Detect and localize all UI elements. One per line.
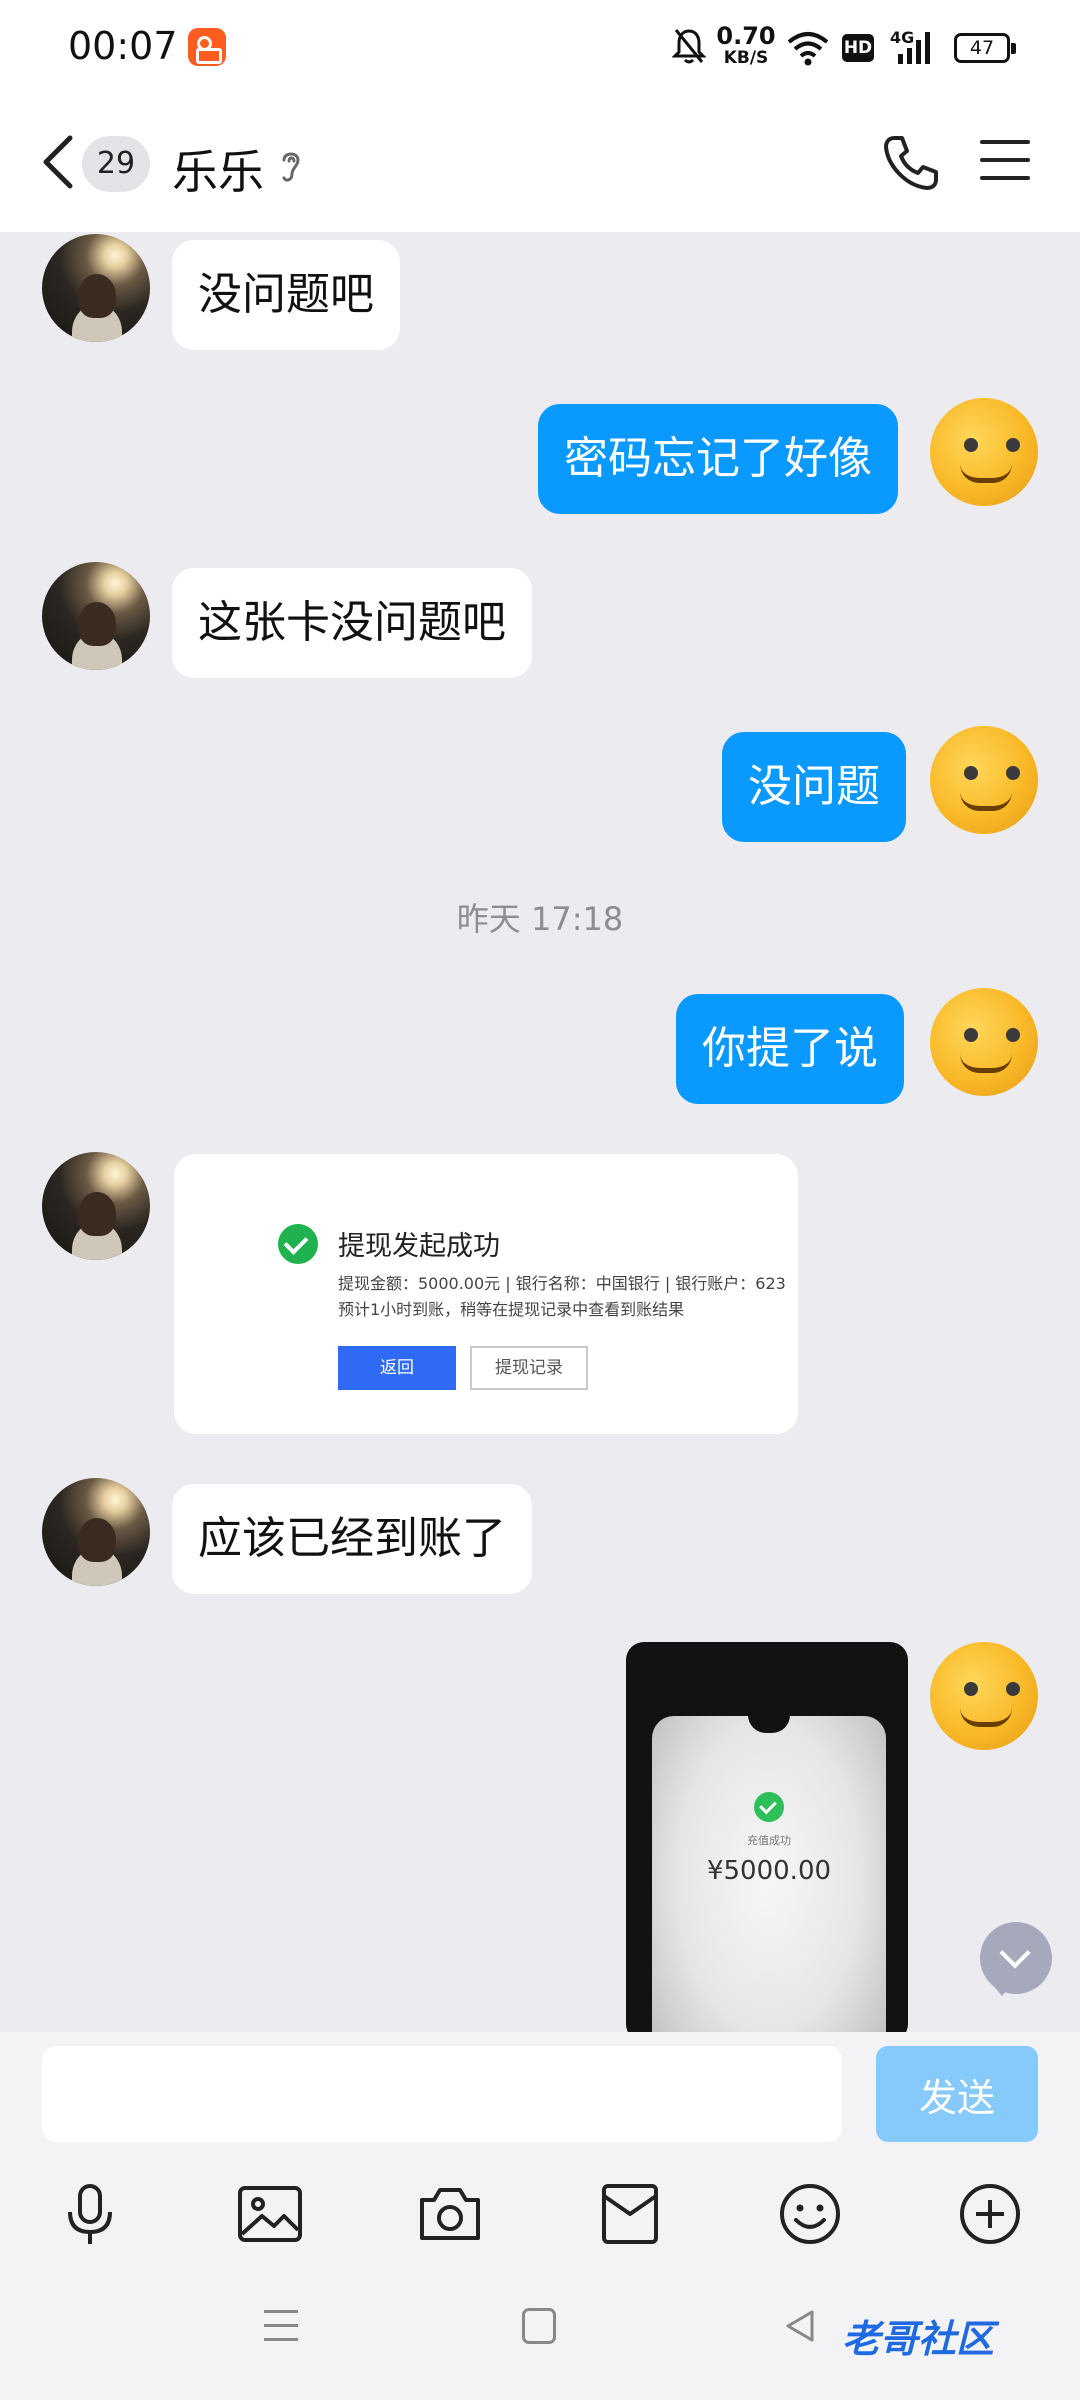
microphone-icon[interactable] [54, 2178, 126, 2250]
unread-count-badge[interactable]: 29 [82, 136, 150, 192]
add-more-icon[interactable] [954, 2178, 1026, 2250]
withdraw-record-button: 提现记录 [470, 1346, 588, 1390]
red-packet-icon[interactable] [594, 2178, 666, 2250]
friend-avatar[interactable] [42, 1478, 150, 1586]
chat-header: 29 乐乐 [0, 96, 1080, 232]
recharge-amount: ¥5000.00 [706, 1856, 832, 1886]
emoji-icon[interactable] [774, 2178, 846, 2250]
message-bubble-incoming[interactable]: 这张卡没问题吧 [172, 568, 532, 678]
watermark-text: 老哥社区 [842, 2317, 995, 2361]
earpiece-mode-icon [282, 152, 300, 182]
wifi-icon [787, 32, 829, 66]
withdraw-details: 提现金额：5000.00元 | 银行名称：中国银行 | 银行账户：623 [338, 1274, 786, 1293]
phone-screen: 充值成功 ¥5000.00 [652, 1715, 886, 2032]
network-speed: 0.70 KB/S [716, 24, 776, 67]
recharge-success-label: 充值成功 [747, 1834, 791, 1847]
friend-avatar[interactable] [42, 562, 150, 670]
friend-avatar[interactable] [42, 234, 150, 342]
system-navigation-bar: 老哥社区 [0, 2262, 1080, 2400]
cellular-signal-icon: 4G [890, 28, 934, 66]
my-avatar[interactable] [930, 1642, 1038, 1750]
network-speed-unit: KB/S [723, 48, 769, 68]
success-check-icon [754, 1792, 784, 1822]
signal-type: 4G [890, 28, 915, 47]
chat-title[interactable]: 乐乐 [172, 136, 264, 202]
message-input[interactable] [42, 2046, 842, 2142]
withdraw-eta: 预计1小时到账，稍等在提现记录中查看到账结果 [338, 1300, 685, 1319]
withdraw-screenshot-card[interactable]: 提现发起成功 提现金额：5000.00元 | 银行名称：中国银行 | 银行账户：… [174, 1154, 798, 1434]
mute-bell-icon [672, 29, 706, 64]
my-avatar[interactable] [930, 398, 1038, 506]
hd-badge: HD [842, 34, 874, 62]
time-separator: 昨天 17:18 [456, 900, 624, 938]
back-arrow-icon[interactable] [34, 130, 84, 194]
success-check-icon [278, 1224, 318, 1264]
input-toolbar [0, 2162, 1080, 2262]
network-speed-value: 0.70 [716, 22, 776, 50]
my-avatar[interactable] [930, 988, 1038, 1096]
message-bubble-incoming[interactable]: 应该已经到账了 [172, 1484, 532, 1594]
nav-back-icon[interactable] [780, 2306, 820, 2346]
input-bar: 发送 [0, 2032, 1080, 2162]
image-icon[interactable] [234, 2178, 306, 2250]
menu-icon[interactable] [980, 140, 1030, 184]
message-bubble-outgoing[interactable]: 密码忘记了好像 [538, 404, 898, 514]
message-bubble-outgoing[interactable]: 你提了说 [676, 994, 904, 1104]
message-list[interactable]: 没问题吧 密码忘记了好像 这张卡没问题吧 没问题 昨天 17:18 你提了说 提… [0, 232, 1080, 2032]
return-button: 返回 [338, 1346, 456, 1390]
my-avatar[interactable] [930, 726, 1038, 834]
scroll-to-bottom-button[interactable] [980, 1922, 1052, 1996]
phone-call-icon[interactable] [880, 132, 942, 194]
phone-notch [748, 1715, 790, 1733]
withdraw-title: 提现发起成功 [338, 1231, 500, 1262]
message-bubble-incoming[interactable]: 没问题吧 [172, 240, 400, 350]
message-bubble-outgoing[interactable]: 没问题 [722, 732, 906, 842]
camera-icon[interactable] [414, 2178, 486, 2250]
app-notification-icon [188, 28, 226, 66]
send-button[interactable]: 发送 [876, 2046, 1038, 2142]
recent-apps-icon[interactable] [264, 2310, 298, 2344]
photo-message[interactable]: 充值成功 ¥5000.00 [626, 1642, 908, 2032]
status-time: 00:07 [68, 24, 178, 68]
battery-indicator: 47 [954, 33, 1016, 63]
status-bar: 00:07 0.70 KB/S HD 4G 47 [0, 0, 1080, 96]
friend-avatar[interactable] [42, 1152, 150, 1260]
home-icon[interactable] [522, 2308, 556, 2344]
